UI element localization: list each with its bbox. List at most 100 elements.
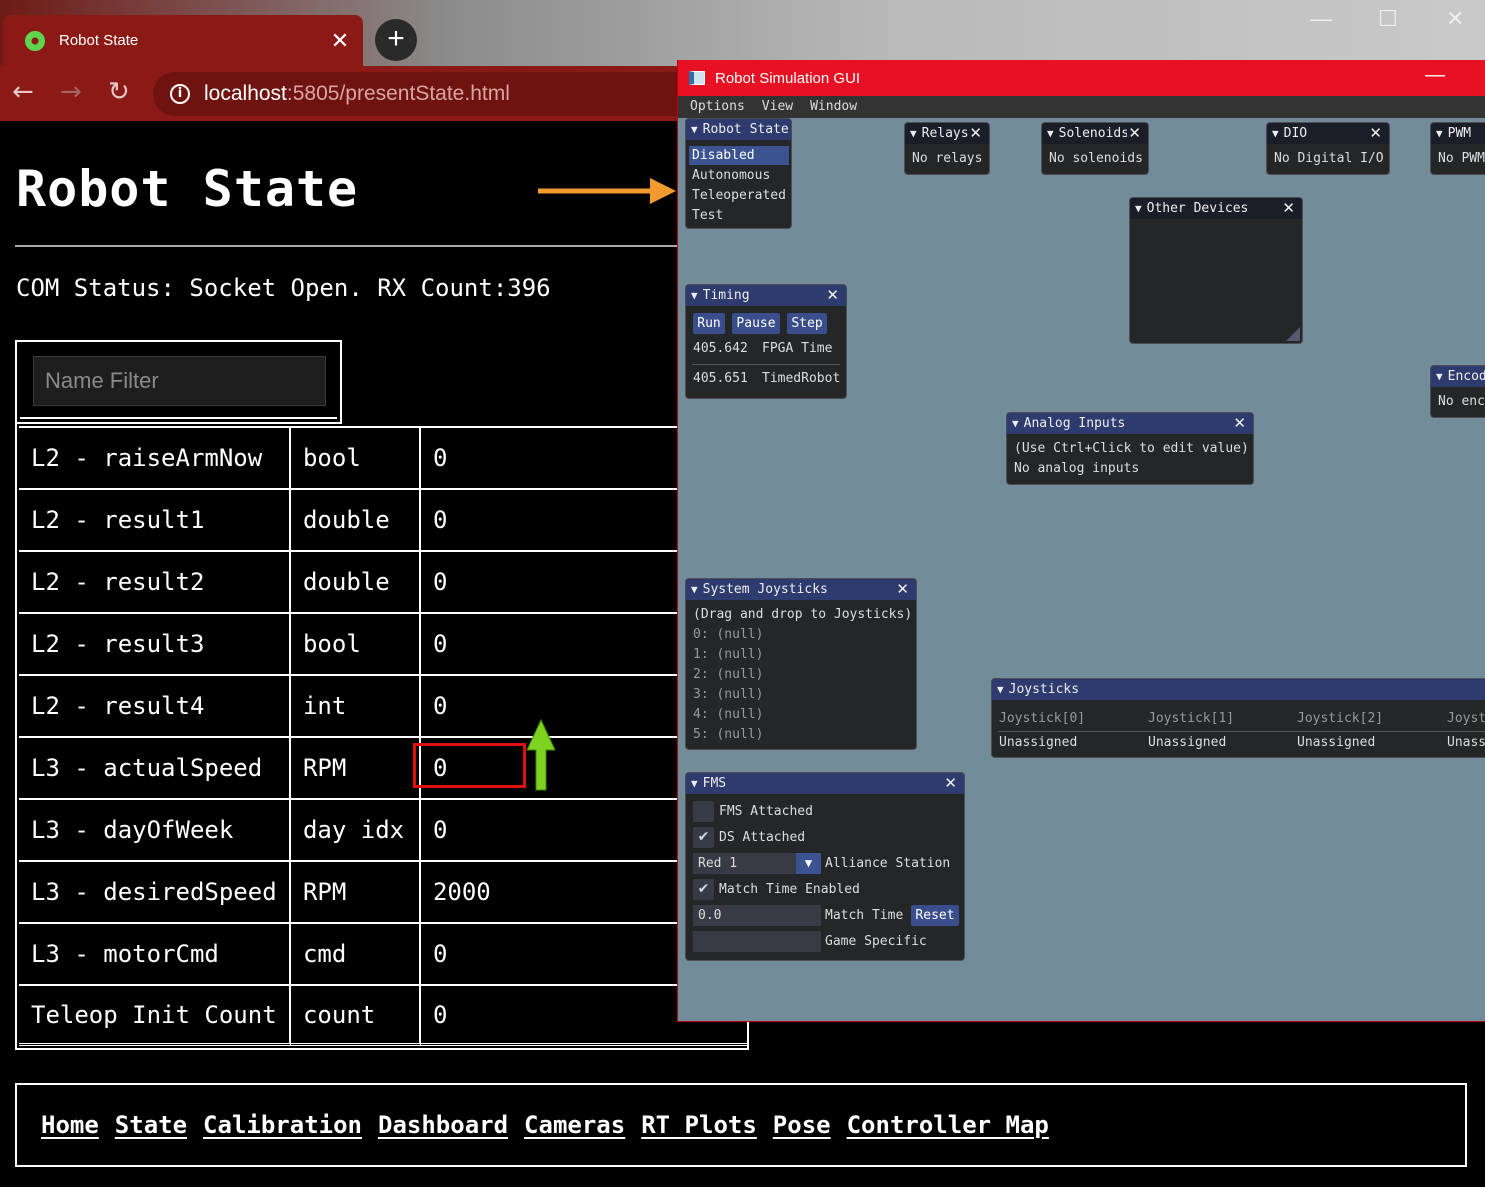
close-icon[interactable]: ✕: [1282, 199, 1295, 217]
system-joystick-item[interactable]: 0: (null): [693, 627, 763, 642]
url-path: :5805/presentState.html: [286, 82, 510, 105]
panel-title: Solenoids: [1058, 126, 1127, 141]
sim-minimize-button[interactable]: —: [1425, 64, 1445, 87]
sim-menubar: Options View Window: [678, 96, 1485, 118]
forward-arrow-icon[interactable]: →: [60, 77, 82, 107]
signal-name: L3 - desiredSpeed: [19, 860, 291, 922]
joystick-value[interactable]: Unassigned: [999, 735, 1077, 750]
address-bar[interactable]: i localhost:5805/presentState.html: [153, 72, 713, 116]
panel-header[interactable]: ▼ Relays ✕: [905, 123, 989, 144]
nav-link-calibration[interactable]: Calibration: [203, 1111, 362, 1139]
panel-header[interactable]: ▼ Solenoids ✕: [1042, 123, 1148, 144]
nav-link-pose[interactable]: Pose: [773, 1111, 831, 1139]
new-tab-button[interactable]: +: [375, 19, 417, 61]
collapse-triangle-icon[interactable]: ▼: [1047, 127, 1054, 140]
system-joystick-item[interactable]: 3: (null): [693, 687, 763, 702]
panel-header[interactable]: ▼ Joysticks: [992, 679, 1485, 700]
close-icon[interactable]: ✕: [896, 580, 909, 598]
panel-title: Relays: [921, 126, 969, 141]
panel-title: Joysticks: [1008, 682, 1080, 697]
nav-link-rt-plots[interactable]: RT Plots: [641, 1111, 757, 1139]
system-joystick-item[interactable]: 2: (null): [693, 667, 763, 682]
panel-header[interactable]: ▼ Analog Inputs ✕: [1007, 413, 1253, 434]
window-close-button[interactable]: ✕: [1446, 6, 1464, 32]
run-button[interactable]: Run: [693, 313, 725, 334]
name-filter-input[interactable]: [33, 356, 326, 406]
panel-header[interactable]: ▼ FMS ✕: [686, 773, 964, 794]
sim-window-title: Robot Simulation GUI: [715, 69, 861, 87]
collapse-triangle-icon[interactable]: ▼: [1272, 127, 1279, 140]
separator: [692, 364, 840, 365]
table-row: L2 - result4 int 0: [19, 674, 747, 736]
match-time-input[interactable]: 0.0: [693, 905, 821, 926]
joystick-value[interactable]: Unassigned: [1297, 735, 1375, 750]
close-tab-icon[interactable]: ✕: [325, 28, 355, 54]
panel-title: Timing: [702, 288, 750, 303]
resize-grip[interactable]: [1286, 327, 1300, 341]
joystick-value[interactable]: Unassigned: [1148, 735, 1226, 750]
nav-link-state[interactable]: State: [115, 1111, 187, 1139]
collapse-triangle-icon[interactable]: ▼: [1436, 127, 1443, 140]
menu-view[interactable]: View: [762, 96, 793, 118]
mode-autonomous[interactable]: Autonomous: [689, 166, 789, 185]
nav-link-cameras[interactable]: Cameras: [524, 1111, 625, 1139]
back-arrow-icon[interactable]: ←: [12, 77, 34, 107]
ds-attached-checkbox[interactable]: ✔: [693, 827, 714, 848]
orange-arrow-icon: [538, 178, 676, 204]
panel-header[interactable]: ▼ PWM: [1431, 123, 1485, 144]
close-icon[interactable]: ✕: [1128, 124, 1141, 142]
close-icon[interactable]: ✕: [1233, 414, 1246, 432]
collapse-triangle-icon[interactable]: ▼: [691, 583, 698, 596]
state-table: L2 - raiseArmNow bool 0 L2 - result1 double 0…: [19, 426, 747, 1046]
joystick-value[interactable]: Unassigned: [1447, 735, 1485, 750]
system-joystick-item[interactable]: 5: (null): [693, 727, 763, 742]
nav-link-controller-map[interactable]: Controller Map: [847, 1111, 1049, 1139]
panel-header[interactable]: ▼ DIO ✕: [1267, 123, 1389, 144]
collapse-triangle-icon[interactable]: ▼: [691, 777, 698, 790]
window-maximize-button[interactable]: ☐: [1378, 6, 1398, 32]
collapse-triangle-icon[interactable]: ▼: [997, 683, 1004, 696]
collapse-triangle-icon[interactable]: ▼: [691, 289, 698, 302]
system-joystick-item[interactable]: 1: (null): [693, 647, 763, 662]
signal-name: L2 - result2: [19, 550, 291, 612]
panel-header[interactable]: ▼ Robot State: [686, 119, 791, 140]
game-specific-input[interactable]: [693, 931, 821, 952]
collapse-triangle-icon[interactable]: ▼: [1135, 202, 1142, 215]
signal-unit: bool: [290, 426, 421, 488]
panel-header[interactable]: ▼ Encoders: [1431, 366, 1485, 387]
mode-test[interactable]: Test: [689, 206, 789, 225]
mode-disabled[interactable]: Disabled: [689, 146, 789, 165]
close-icon[interactable]: ✕: [826, 286, 839, 304]
close-icon[interactable]: ✕: [1369, 124, 1382, 142]
close-icon[interactable]: ✕: [969, 124, 982, 142]
collapse-triangle-icon[interactable]: ▼: [691, 123, 698, 136]
collapse-triangle-icon[interactable]: ▼: [1012, 417, 1019, 430]
alliance-station-select[interactable]: Red 1: [693, 853, 796, 874]
panel-header[interactable]: ▼ System Joysticks ✕: [686, 579, 916, 600]
signal-name: L2 - result1: [19, 488, 291, 550]
mode-teleoperated[interactable]: Teleoperated: [689, 186, 789, 205]
nav-link-dashboard[interactable]: Dashboard: [378, 1111, 508, 1139]
signal-name: L3 - motorCmd: [19, 922, 291, 984]
menu-options[interactable]: Options: [690, 96, 745, 118]
panel-header[interactable]: ▼ Timing ✕: [686, 285, 846, 306]
table-row: L2 - result3 bool 0: [19, 612, 747, 674]
collapse-triangle-icon[interactable]: ▼: [1436, 370, 1443, 383]
close-icon[interactable]: ✕: [944, 774, 957, 792]
reset-button[interactable]: Reset: [911, 905, 959, 926]
browser-tab[interactable]: Robot State ✕: [3, 15, 363, 66]
dropdown-arrow-icon[interactable]: ▼: [796, 853, 821, 874]
nav-link-home[interactable]: Home: [41, 1111, 99, 1139]
fms-attached-checkbox[interactable]: [693, 801, 714, 822]
system-joystick-item[interactable]: 4: (null): [693, 707, 763, 722]
step-button[interactable]: Step: [787, 313, 827, 334]
match-time-enabled-checkbox[interactable]: ✔: [693, 879, 714, 900]
pause-button[interactable]: Pause: [732, 313, 780, 334]
info-icon[interactable]: i: [170, 84, 190, 104]
window-minimize-button[interactable]: —: [1310, 6, 1332, 32]
menu-window[interactable]: Window: [810, 96, 857, 118]
reload-icon[interactable]: ↻: [108, 77, 130, 107]
panel-header[interactable]: ▼ Other Devices ✕: [1130, 198, 1302, 219]
pwm-text: No PWM: [1438, 151, 1485, 166]
collapse-triangle-icon[interactable]: ▼: [910, 127, 917, 140]
